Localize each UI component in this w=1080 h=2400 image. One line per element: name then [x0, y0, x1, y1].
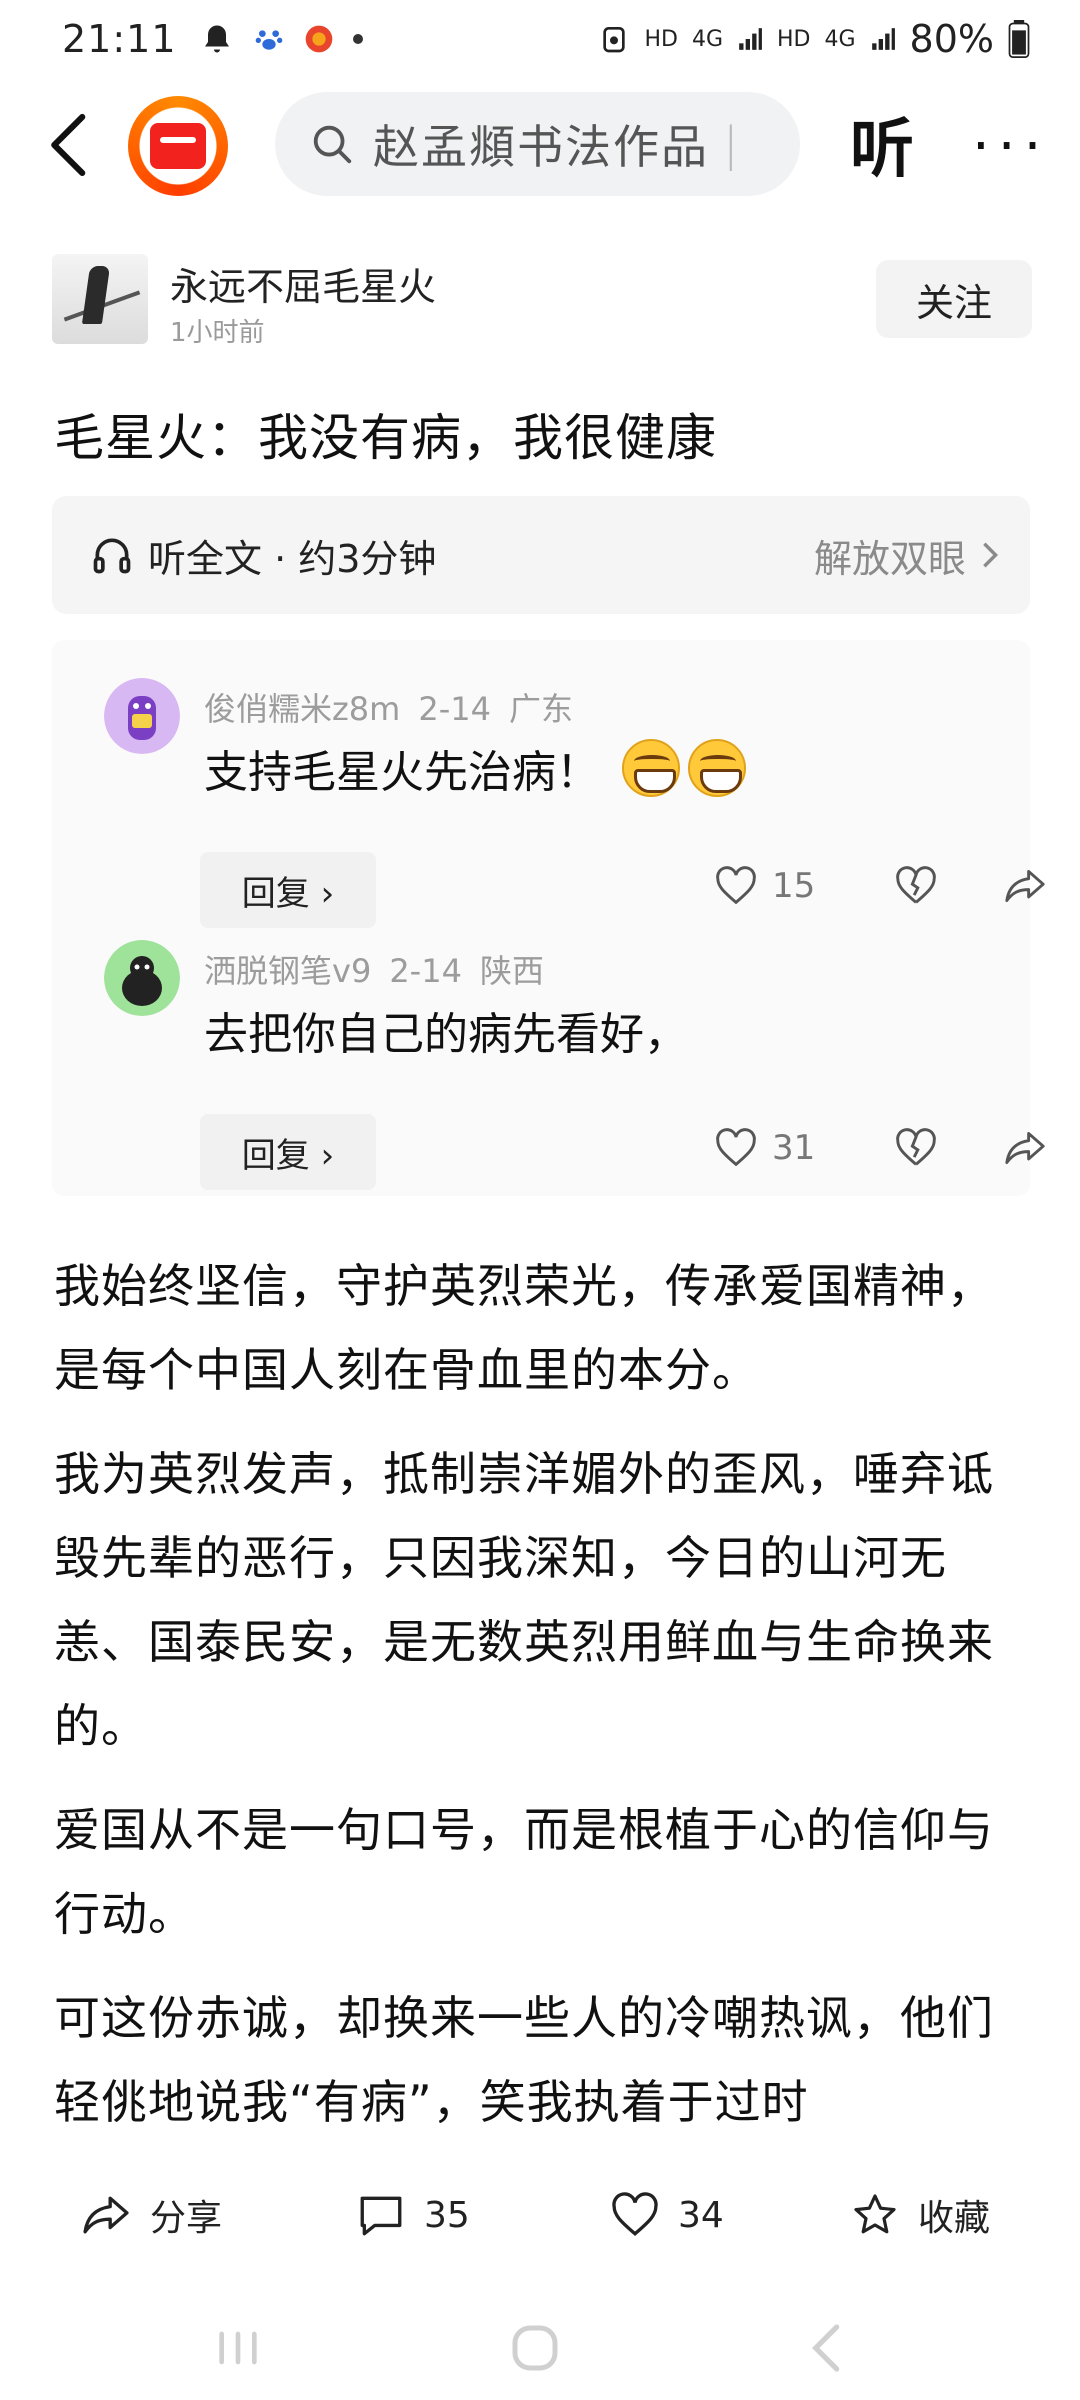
commenter-name[interactable]: 洒脱钢笔v9	[204, 952, 371, 990]
comment-text: 去把你自己的病先看好，	[204, 1009, 688, 1060]
comment-like-button[interactable]: 15	[714, 866, 894, 906]
article-paragraph: 我为英烈发声，抵制崇洋媚外的歪风，唾弃诋毁先辈的恶行，只因我深知，今日的山河无恙…	[54, 1447, 994, 1753]
comment-location: 广东	[508, 690, 573, 728]
status-time: 21:11	[62, 17, 177, 61]
comment-date: 2-14	[418, 690, 491, 728]
comment-text: 支持毛星火先治病！	[204, 747, 600, 798]
author-avatar[interactable]	[52, 254, 148, 344]
network-4g-1: 4G	[691, 26, 723, 52]
recent-apps-icon[interactable]	[210, 2320, 266, 2376]
battery-level: 80%	[909, 17, 994, 61]
favorite-button[interactable]: 收藏	[850, 2189, 990, 2241]
bottom-action-bar: 分享 35 34 收藏	[0, 2170, 1080, 2260]
search-caret: |	[723, 117, 739, 171]
home-icon[interactable]	[505, 2318, 565, 2378]
share-label: 分享	[150, 2198, 223, 2239]
like-button[interactable]: 34	[610, 2192, 724, 2238]
network-hd-2: HD	[777, 26, 811, 52]
comment-location: 陕西	[479, 952, 544, 990]
audio-label: 听全文 · 约3分钟	[148, 536, 437, 581]
back-nav-icon[interactable]	[800, 2320, 850, 2376]
star-icon	[854, 2194, 896, 2234]
purple-avatar-icon	[104, 678, 180, 754]
network-4g-2: 4G	[824, 26, 856, 52]
broken-heart-icon	[896, 866, 936, 904]
article-body: 我始终坚信，守护英烈荣光，传承爱国精神，是每个中国人刻在骨血里的本分。 我为英烈…	[54, 1244, 1024, 2164]
comment-like-count: 31	[772, 1128, 816, 1168]
commenter-name[interactable]: 俊俏糯米z8m	[204, 690, 400, 728]
article-paragraph: 爱国从不是一句口号，而是根植于心的信仰与行动。	[54, 1803, 994, 1941]
avatar-figure-shape	[81, 266, 111, 324]
comment-like-button[interactable]: 31	[714, 1128, 894, 1168]
listen-button[interactable]: 听	[850, 98, 914, 190]
comment-dislike-button[interactable]	[894, 866, 1002, 906]
battery-icon	[1008, 20, 1030, 58]
alarm-bell-icon	[204, 25, 229, 53]
app-logo[interactable]	[128, 96, 228, 196]
share-arrow-icon[interactable]	[1002, 1128, 1048, 1168]
comment-item: 洒脱钢笔v9 2-14 陕西 去把你自己的病先看好， 回复 › 31	[104, 940, 1045, 1190]
share-icon	[83, 2196, 129, 2234]
broken-heart-icon	[896, 1128, 936, 1166]
share-arrow-icon[interactable]	[1002, 866, 1048, 906]
headphones-icon	[93, 538, 131, 574]
heart-icon	[612, 2192, 658, 2236]
status-bar: 21:11 HD 4G HD 4G 80%	[0, 0, 1080, 78]
article-paragraph: 可这份赤诚，却换来一些人的冷嘲热讽，他们轻佻地说我“有病”，笑我执着于过时	[54, 1991, 994, 2129]
search-input[interactable]: 赵孟頫书法作品	[373, 111, 709, 177]
share-button[interactable]: 分享	[80, 2189, 222, 2241]
signal-icon	[739, 28, 762, 50]
follow-button[interactable]: 关注	[876, 260, 1032, 338]
heart-icon	[716, 866, 756, 905]
comment-like-count: 15	[772, 866, 816, 906]
chevron-right-icon	[983, 542, 999, 568]
comment-button[interactable]: 35	[356, 2192, 470, 2238]
heart-icon	[716, 1128, 756, 1167]
search-bar[interactable]: 赵孟頫书法作品 |	[275, 92, 800, 196]
comment-count: 35	[424, 2194, 470, 2236]
reply-button[interactable]: 回复 ›	[200, 1114, 376, 1190]
listen-full-text-bar[interactable]: 听全文 · 约3分钟 解放双眼	[52, 496, 1030, 614]
commenter-avatar[interactable]	[104, 940, 180, 1016]
audio-action-label: 解放双眼	[813, 536, 966, 581]
like-count: 34	[678, 2194, 724, 2236]
back-arrow-icon[interactable]	[40, 110, 100, 180]
network-hd-1: HD	[644, 26, 678, 52]
comment-bubble-icon	[360, 2196, 402, 2236]
grin-emoji-icon	[688, 739, 746, 797]
author-header: 永远不屈毛星火 1小时前 关注	[52, 250, 1032, 350]
paw-app-icon	[255, 30, 282, 50]
data-saver-icon	[603, 27, 626, 53]
news-app-icon	[305, 25, 332, 53]
grin-emoji-icon	[622, 739, 680, 797]
comment-item: 俊俏糯米z8m 2-14 广东 支持毛星火先治病！ 回复 › 15	[104, 678, 1045, 928]
signal-icon-2	[871, 28, 895, 50]
system-nav-bar	[0, 2300, 1080, 2400]
app-logo-mark	[150, 123, 206, 169]
notification-dot	[352, 34, 363, 44]
post-time: 1小时前	[170, 318, 265, 348]
reply-button[interactable]: 回复 ›	[200, 852, 376, 928]
favorite-label: 收藏	[918, 2198, 991, 2239]
top-nav: 赵孟頫书法作品 | 听 ···	[0, 90, 1080, 200]
embedded-comments: 俊俏糯米z8m 2-14 广东 支持毛星火先治病！ 回复 › 15 洒脱钢笔v9 2-…	[52, 640, 1045, 1196]
article-paragraph: 我始终坚信，守护英烈荣光，传承爱国精神，是每个中国人刻在骨血里的本分。	[54, 1259, 994, 1397]
green-avatar-icon	[104, 940, 180, 1016]
author-name[interactable]: 永远不屈毛星火	[170, 256, 436, 311]
more-options-icon[interactable]: ···	[972, 114, 1049, 179]
article-title: 毛星火：我没有病，我很健康	[54, 409, 717, 467]
comment-dislike-button[interactable]	[894, 1128, 1002, 1168]
search-icon	[313, 125, 352, 164]
comment-date: 2-14	[389, 952, 462, 990]
commenter-avatar[interactable]	[104, 678, 180, 754]
